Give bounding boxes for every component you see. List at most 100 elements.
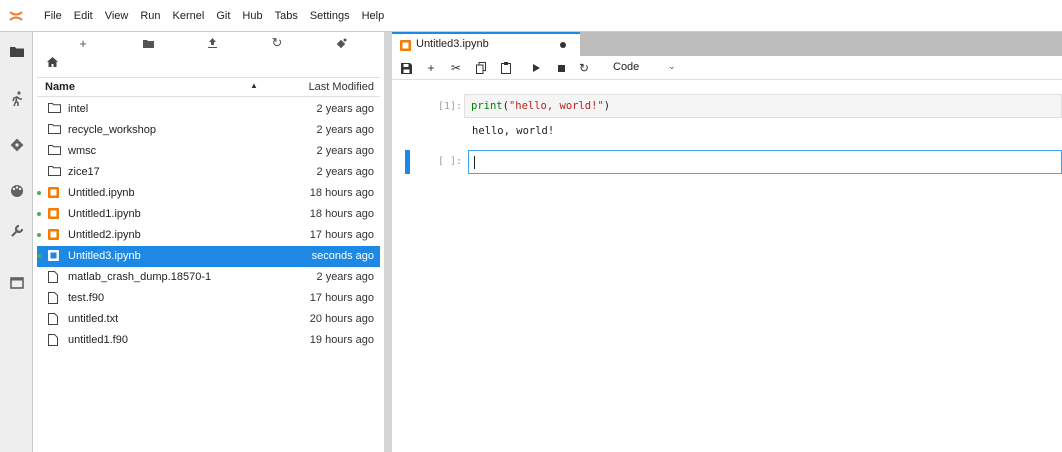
file-name: test.f90 — [68, 292, 105, 304]
tab-bar: Untitled3.ipynb — [392, 32, 1062, 56]
copy-icon[interactable] — [473, 60, 489, 76]
file-modified: 18 hours ago — [309, 208, 374, 220]
save-icon[interactable] — [398, 60, 414, 76]
file-row[interactable]: matlab_crash_dump.18570-1 2 years ago — [37, 267, 380, 288]
file-list-header: Name ▲ Last Modified — [37, 77, 380, 97]
last-modified-column-header[interactable]: Last Modified — [309, 81, 374, 93]
main-menu: File Edit View Run Kernel Git Hub Tabs Settings H… — [32, 10, 390, 22]
file-modified: 2 years ago — [316, 166, 374, 178]
file-row[interactable]: Untitled1.ipynb 18 hours ago — [37, 204, 380, 225]
cell-input[interactable]: print("hello, world!") — [464, 94, 1062, 118]
menu-hub[interactable]: Hub — [236, 10, 268, 22]
upload-icon[interactable] — [202, 34, 222, 52]
folder-icon — [48, 103, 62, 115]
menu-tabs[interactable]: Tabs — [269, 10, 304, 22]
file-name: Untitled3.ipynb — [68, 250, 141, 262]
palette-icon[interactable] — [0, 178, 33, 204]
notebook-icon — [48, 250, 62, 262]
file-name: recycle_workshop — [68, 124, 157, 136]
wrench-icon[interactable] — [0, 218, 33, 244]
menu-run[interactable]: Run — [134, 10, 166, 22]
menu-edit[interactable]: Edit — [68, 10, 99, 22]
folder-icon[interactable] — [0, 38, 33, 64]
tabs-icon[interactable] — [0, 270, 33, 296]
running-icon[interactable] — [0, 86, 33, 112]
new-launcher-icon[interactable]: + — [73, 34, 93, 52]
menu-kernel[interactable]: Kernel — [167, 10, 211, 22]
file-modified: 2 years ago — [316, 145, 374, 157]
home-icon[interactable] — [47, 56, 67, 72]
file-name: Untitled.ipynb — [68, 187, 135, 199]
tab-untitled3[interactable]: Untitled3.ipynb — [392, 32, 580, 56]
file-browser: + ↻ Name ▲ Last Modified intel 2 years ag… — [33, 32, 384, 452]
running-dot-icon — [37, 233, 41, 237]
file-row[interactable]: untitled1.f90 19 hours ago — [37, 330, 380, 351]
jupyter-logo-icon[interactable] — [0, 0, 32, 32]
notebook-icon — [48, 229, 62, 241]
file-row[interactable]: recycle_workshop 2 years ago — [37, 120, 380, 141]
cell-type-select[interactable]: Code — [613, 61, 639, 73]
insert-cell-icon[interactable]: + — [423, 60, 439, 76]
code-function: print — [471, 100, 503, 112]
file-row[interactable]: untitled.txt 20 hours ago — [37, 309, 380, 330]
file-row[interactable]: Untitled2.ipynb 17 hours ago — [37, 225, 380, 246]
active-code-cell[interactable]: [ ]: — [392, 148, 1062, 176]
code-cell[interactable]: [1]: print("hello, world!") hello, world… — [392, 92, 1062, 144]
refresh-icon[interactable]: ↻ — [267, 34, 287, 52]
running-dot-icon — [37, 212, 41, 216]
file-name: Untitled2.ipynb — [68, 229, 141, 241]
activity-bar — [0, 32, 33, 452]
run-icon[interactable] — [528, 60, 544, 76]
menu-view[interactable]: View — [99, 10, 135, 22]
file-modified: 2 years ago — [316, 124, 374, 136]
name-column-header[interactable]: Name — [45, 81, 75, 93]
stop-icon[interactable] — [553, 60, 569, 76]
code-paren-close: ) — [603, 100, 611, 112]
file-name: untitled.txt — [68, 313, 119, 325]
new-folder-icon[interactable] — [138, 34, 158, 52]
unsaved-dot-icon[interactable] — [560, 42, 566, 48]
file-name: zice17 — [68, 166, 100, 178]
cell-prompt: [1]: — [438, 101, 463, 112]
file-row[interactable]: test.f90 17 hours ago — [37, 288, 380, 309]
file-row[interactable]: intel 2 years ago — [37, 99, 380, 120]
cut-icon[interactable]: ✂ — [448, 60, 464, 76]
running-dot-icon — [37, 191, 41, 195]
file-row[interactable]: Untitled.ipynb 18 hours ago — [37, 183, 380, 204]
file-icon — [48, 334, 62, 346]
file-modified: 17 hours ago — [309, 292, 374, 304]
cell-prompt: [ ]: — [438, 156, 463, 167]
file-name: untitled1.f90 — [68, 334, 128, 346]
active-cell-indicator — [405, 150, 410, 174]
file-name: Untitled1.ipynb — [68, 208, 141, 220]
cell-output: hello, world! — [472, 125, 555, 137]
panel-splitter[interactable] — [384, 32, 392, 452]
notebook-icon — [48, 208, 62, 220]
menu-help[interactable]: Help — [356, 10, 391, 22]
menu-git[interactable]: Git — [210, 10, 236, 22]
sort-caret-icon[interactable]: ▲ — [250, 81, 258, 90]
code-string: "hello, world!" — [508, 100, 604, 112]
menu-settings[interactable]: Settings — [304, 10, 356, 22]
file-row[interactable]: Untitled3.ipynb seconds ago — [37, 246, 380, 267]
file-icon — [48, 292, 62, 304]
file-name: wmsc — [68, 145, 97, 157]
file-modified: 19 hours ago — [309, 334, 374, 346]
menu-bar: File Edit View Run Kernel Git Hub Tabs Settings H… — [0, 0, 1062, 32]
file-row[interactable]: wmsc 2 years ago — [37, 141, 380, 162]
file-row[interactable]: zice17 2 years ago — [37, 162, 380, 183]
file-icon — [48, 313, 62, 325]
tab-title: Untitled3.ipynb — [416, 38, 489, 50]
cell-input[interactable] — [468, 150, 1062, 174]
git-clone-icon[interactable] — [331, 34, 351, 52]
file-name: matlab_crash_dump.18570-1 — [68, 271, 212, 283]
menu-file[interactable]: File — [38, 10, 68, 22]
folder-icon — [48, 166, 62, 178]
text-cursor — [474, 156, 475, 169]
file-modified: 20 hours ago — [309, 313, 374, 325]
git-icon[interactable] — [0, 132, 33, 158]
restart-icon[interactable]: ↻ — [576, 60, 592, 76]
paste-icon[interactable] — [498, 60, 514, 76]
chevron-down-icon[interactable]: ⌄ — [668, 61, 676, 72]
folder-icon — [48, 124, 62, 136]
